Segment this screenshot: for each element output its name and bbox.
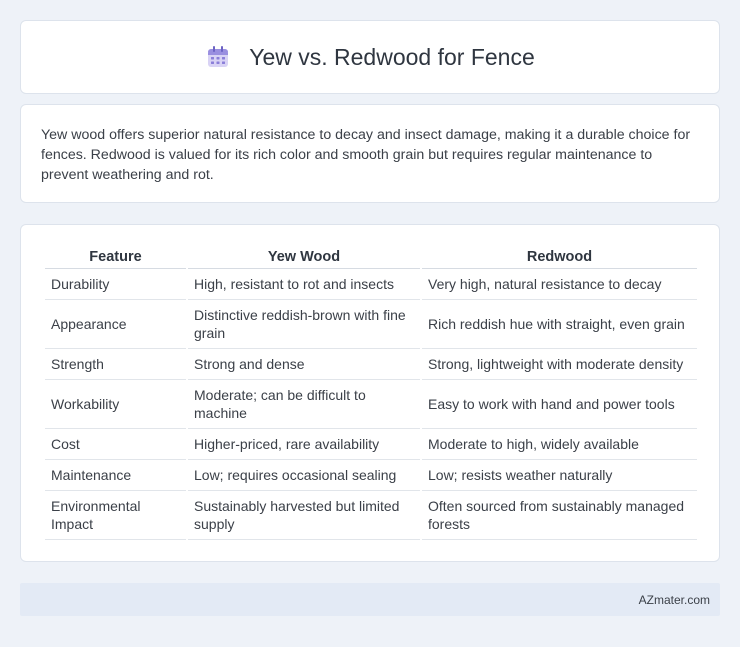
row-feature: Workability	[45, 380, 186, 429]
row-redwood-value: Often sourced from sustainably managed f…	[422, 491, 697, 540]
row-feature: Strength	[45, 349, 186, 380]
row-yew-value: High, resistant to rot and insects	[188, 269, 420, 300]
table-row: Strength Strong and dense Strong, lightw…	[45, 349, 697, 380]
title-card: Yew vs. Redwood for Fence	[20, 20, 720, 94]
row-redwood-value: Easy to work with hand and power tools	[422, 380, 697, 429]
row-redwood-value: Low; resists weather naturally	[422, 460, 697, 491]
row-yew-value: Sustainably harvested but limited supply	[188, 491, 420, 540]
row-feature: Maintenance	[45, 460, 186, 491]
table-row: Cost Higher-priced, rare availability Mo…	[45, 429, 697, 460]
footer-source: AZmater.com	[638, 592, 710, 607]
page-title: Yew vs. Redwood for Fence	[249, 43, 535, 70]
header-feature: Feature	[45, 245, 186, 269]
intro-paragraph: Yew wood offers superior natural resista…	[41, 127, 691, 183]
row-redwood-value: Very high, natural resistance to decay	[422, 269, 697, 300]
table-row: Durability High, resistant to rot and in…	[45, 269, 697, 300]
table-row: Workability Moderate; can be difficult t…	[45, 380, 697, 429]
comparison-table: Feature Yew Wood Redwood Durability High…	[43, 245, 699, 540]
footer-bar: AZmater.com	[20, 583, 720, 616]
row-redwood-value: Rich reddish hue with straight, even gra…	[422, 300, 697, 349]
row-yew-value: Higher-priced, rare availability	[188, 429, 420, 460]
row-feature: Appearance	[45, 300, 186, 349]
row-yew-value: Strong and dense	[188, 349, 420, 380]
calendar-icon	[208, 46, 229, 67]
title-wrap: Yew vs. Redwood for Fence	[205, 44, 535, 71]
table-row: Maintenance Low; requires occasional sea…	[45, 460, 697, 491]
intro-card: Yew wood offers superior natural resista…	[20, 104, 720, 203]
row-yew-value: Low; requires occasional sealing	[188, 460, 420, 491]
header-yew-wood: Yew Wood	[188, 245, 420, 269]
row-redwood-value: Strong, lightweight with moderate densit…	[422, 349, 697, 380]
row-feature: Environmental Impact	[45, 491, 186, 540]
table-header-row: Feature Yew Wood Redwood	[45, 245, 697, 269]
table-row: Environmental Impact Sustainably harvest…	[45, 491, 697, 540]
row-feature: Cost	[45, 429, 186, 460]
comparison-card: Feature Yew Wood Redwood Durability High…	[20, 224, 720, 562]
row-yew-value: Distinctive reddish-brown with fine grai…	[188, 300, 420, 349]
row-redwood-value: Moderate to high, widely available	[422, 429, 697, 460]
table-row: Appearance Distinctive reddish-brown wit…	[45, 300, 697, 349]
row-yew-value: Moderate; can be difficult to machine	[188, 380, 420, 429]
row-feature: Durability	[45, 269, 186, 300]
header-redwood: Redwood	[422, 245, 697, 269]
